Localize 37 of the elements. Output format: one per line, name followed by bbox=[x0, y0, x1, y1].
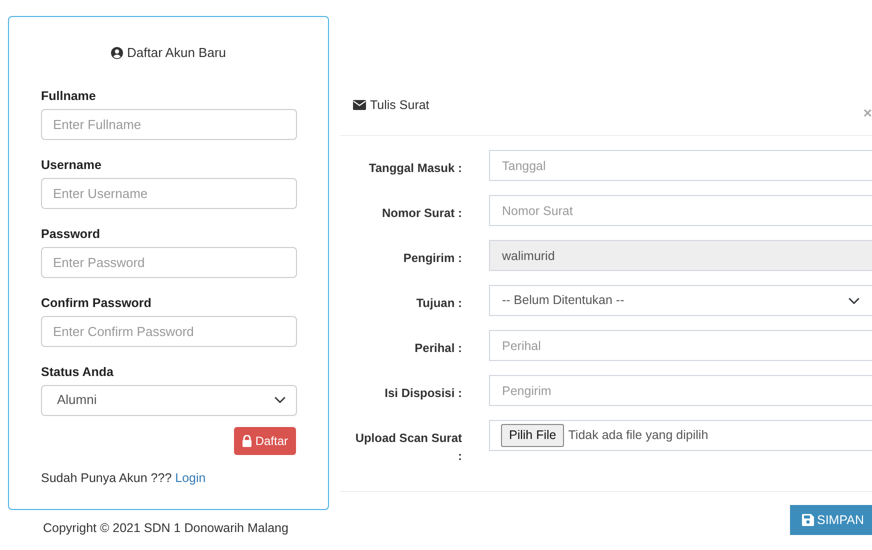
field-label: Status Anda bbox=[41, 364, 114, 380]
input-field[interactable]: Nomor Surat bbox=[489, 195, 872, 226]
input-field[interactable]: Enter Username bbox=[41, 178, 297, 208]
field-label: Username bbox=[41, 158, 102, 172]
file-status: Tidak ada file yang dipilih bbox=[568, 427, 708, 444]
field-label: Upload Scan Surat : bbox=[354, 430, 462, 465]
field-label: Confirm Password bbox=[41, 296, 152, 310]
field-label: Fullname bbox=[41, 88, 96, 104]
field-label: Tujuan : bbox=[415, 295, 462, 312]
envelope-icon bbox=[353, 100, 366, 110]
field-label: Perihal : bbox=[414, 340, 462, 357]
modal-title: Tulis Surat bbox=[370, 97, 430, 114]
recipient-select[interactable]: -- Belum Ditentukan -- bbox=[489, 285, 872, 316]
field-label: Nomor Surat : bbox=[380, 205, 462, 222]
input-field[interactable]: Tanggal bbox=[489, 150, 872, 181]
input-field[interactable]: Pengirim bbox=[489, 375, 872, 406]
input-field[interactable]: Perihal bbox=[489, 330, 872, 361]
login-prompt: Sudah Punya Akun ??? bbox=[41, 470, 172, 484]
register-button[interactable]: Daftar bbox=[234, 426, 296, 454]
save-button[interactable]: SIMPAN bbox=[790, 505, 872, 535]
status-select[interactable]: Alumni bbox=[41, 384, 297, 416]
floppy-icon bbox=[802, 514, 814, 526]
choose-file-button[interactable]: Pilih File bbox=[501, 424, 564, 447]
lock-icon bbox=[242, 434, 252, 446]
field-label: Isi Disposisi : bbox=[384, 385, 462, 402]
user-icon bbox=[111, 46, 123, 59]
field-label: Tanggal Masuk : bbox=[368, 160, 462, 177]
login-link[interactable]: Login bbox=[175, 470, 206, 484]
input-field[interactable]: walimurid bbox=[489, 240, 872, 271]
copyright-text: Copyright © 2021 SDN 1 Donowarih Malang bbox=[43, 521, 288, 536]
card-title: Daftar Akun Baru bbox=[127, 44, 226, 62]
file-input[interactable]: Pilih File Tidak ada file yang dipilih bbox=[489, 420, 872, 451]
input-field[interactable]: Enter Password bbox=[41, 246, 297, 278]
input-field[interactable]: Enter Fullname bbox=[41, 108, 297, 140]
input-field[interactable]: Enter Confirm Password bbox=[41, 316, 297, 346]
field-label: Pengirim : bbox=[402, 250, 462, 267]
field-label: Password bbox=[41, 226, 100, 242]
